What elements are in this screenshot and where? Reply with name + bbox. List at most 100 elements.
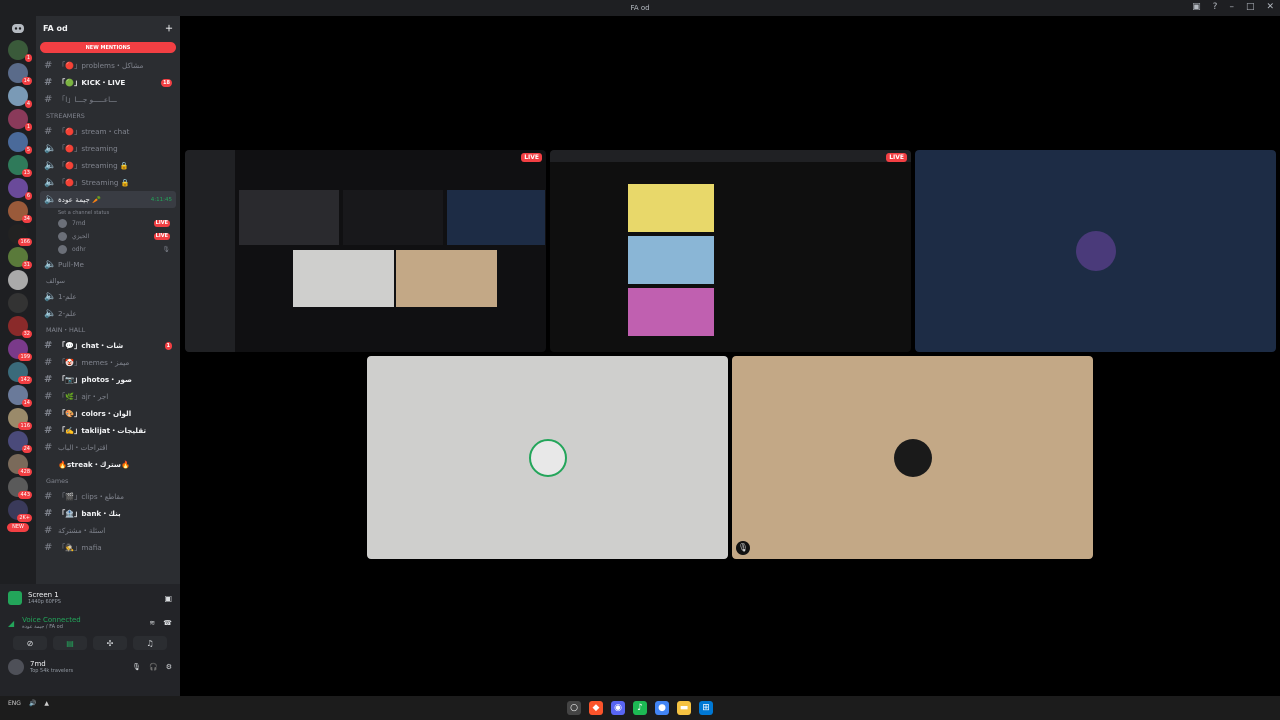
category-streamers[interactable]: STREAMERS [36,108,180,123]
server-icon[interactable]: 443 [8,477,32,499]
channel-colors[interactable]: # 「🎨」colors・الوان [36,405,180,422]
voice-channel-pull-me[interactable]: 🔈 Pull-Me [36,256,180,273]
voice-channel-name[interactable]: جيمة عودة / FA od [22,624,149,630]
channel-status-setter[interactable]: Set a channel status [36,208,180,217]
channel-bank[interactable]: # 「🏦」bank・بنك [36,505,180,522]
channel-mafia[interactable]: # 「🕵」mafia [36,539,180,556]
voice-channel-streaming[interactable]: 🔈 「🔴」streaming [36,140,180,157]
language-indicator[interactable]: ENG [8,700,21,707]
server-icon[interactable]: 2K+ [8,500,32,522]
chrome-icon[interactable]: ● [655,701,669,715]
server-icon[interactable]: 428 [8,454,32,476]
discord-home-icon[interactable] [0,16,36,40]
channel-clips[interactable]: # 「🎬」clips・مقاطع [36,488,180,505]
voice-channel-1[interactable]: 🔈 علم-1 [36,288,180,305]
volume-icon[interactable]: 🔊 [29,700,36,707]
guild-header[interactable]: FA od ＋ [36,16,180,40]
channel-ajr[interactable]: # 「🌿」ajr・اجر [36,388,180,405]
channel-memes[interactable]: # 「🤡」memes・ميمز [36,354,180,371]
channel-problems[interactable]: # 「🔴」problems・مشاكل [36,57,180,74]
stream-tile-2[interactable]: LIVE [550,150,911,352]
category-games[interactable]: Games [36,473,180,488]
minimize-icon[interactable]: – [1229,2,1234,12]
disconnect-icon[interactable]: ☎ [163,619,172,627]
channel-photos[interactable]: # 「📷」photos・صور [36,371,180,388]
voice-channel-active[interactable]: 🔈 جيمة عودة 🥕 4:11:45 [40,191,176,208]
soundboard-button[interactable]: ♫ [133,636,167,650]
channel-sidebar: FA od ＋ NEW MENTIONS # 「🔴」problems・مشاكل … [36,16,180,584]
channel-stream-chat[interactable]: # 「🔴」stream・chat [36,123,180,140]
server-icon[interactable]: 14 [8,63,32,85]
spotify-icon[interactable]: ♪ [633,701,647,715]
new-mentions-bar[interactable]: NEW MENTIONS [40,42,176,53]
server-icon[interactable]: 199 [8,339,32,361]
voice-member[interactable]: الحيزي LIVE [36,230,180,243]
brave-icon[interactable]: ◆ [589,701,603,715]
video-thumbnail [628,184,714,232]
server-icon[interactable]: 6 [8,178,32,200]
stop-stream-icon[interactable]: ▣ [164,594,172,603]
stream-tile-1[interactable]: LIVE [185,150,546,352]
voice-channel-2[interactable]: 🔈 علم-2 [36,305,180,322]
server-icon[interactable]: 14 [8,385,32,407]
screen-share-button[interactable]: ▤ [53,636,87,650]
category-main-hall[interactable]: MAIN・HALL [36,322,180,337]
channel-questions[interactable]: # اسئلة・مشتركة [36,522,180,539]
screen-share-row[interactable]: Screen 1 1440p 60FPS ▣ [0,584,180,612]
folder-icon[interactable]: ▬ [677,701,691,715]
mention-badge: 18 [161,78,172,87]
camera-button[interactable]: ⊘ [13,636,47,650]
server-icon[interactable]: 142 [8,362,32,384]
server-icon[interactable]: 166 [8,224,32,246]
channel-aliab[interactable]: # اقتراحات・الباب [36,439,180,456]
server-icon[interactable]: 32 [8,316,32,338]
search-icon[interactable]: ○ [567,701,581,715]
inbox-icon[interactable]: ▣ [1192,2,1201,12]
activities-button[interactable]: ✣ [93,636,127,650]
microphone-icon[interactable]: 🎙 [132,663,141,671]
stream-preview [396,250,497,307]
windows-icon[interactable]: ⊞ [699,701,713,715]
new-servers-pill[interactable]: NEW [7,523,29,532]
channel-streak[interactable]: 🔥streak・سترك🔥 [36,456,180,473]
channel-label: 「🌿」ajr・اجر [58,391,109,401]
voice-member[interactable]: 7md LIVE [36,217,180,230]
server-icon[interactable]: 13 [8,155,32,177]
os-taskbar: ENG 🔊 ▲ ○ ◆ ◉ ♪ ● ▬ ⊞ [0,696,1280,720]
noise-suppression-icon[interactable]: ≋ [149,619,155,627]
avatar [58,219,67,228]
server-icon[interactable] [8,293,28,313]
voice-channel-streaming-locked-2[interactable]: 🔈 「🔴」Streaming 🔒 [36,174,180,191]
voice-channel-streaming-locked[interactable]: 🔈 「🔴」streaming 🔒 [36,157,180,174]
settings-icon[interactable]: ⚙ [166,663,172,671]
server-icon[interactable]: 116 [8,408,32,430]
category-chat[interactable]: سوالف [36,273,180,288]
server-icon[interactable]: 31 [8,247,32,269]
status-label: Set a channel status [58,209,110,216]
avatar[interactable] [8,659,24,675]
channel-label: 「🔴」streaming 🔒 [58,160,129,170]
channel-arabic[interactable]: # 「ا」ـــاعـــــو جـــا [36,91,180,108]
window-titlebar: FA od ▣ ? – □ ✕ [0,0,1280,16]
help-icon[interactable]: ? [1213,2,1218,12]
server-icon[interactable]: 5 [8,132,32,154]
server-icon[interactable]: 24 [8,431,32,453]
channel-taklijat[interactable]: # 「✍️」taklijat・تقليجات [36,422,180,439]
discord-icon[interactable]: ◉ [611,701,625,715]
maximize-icon[interactable]: □ [1246,2,1255,12]
add-member-icon[interactable]: ＋ [165,23,173,34]
server-icon[interactable]: 4 [8,86,32,108]
server-icon[interactable] [8,270,28,290]
participant-tile-5[interactable]: 🎙 [732,356,1093,559]
channel-kick-live[interactable]: # 「🟢」KICK・LIVE 18 [36,74,180,91]
participant-tile-4[interactable] [367,356,728,559]
server-icon[interactable]: 1 [8,40,32,62]
headphones-icon[interactable]: 🎧 [149,663,158,671]
up-arrow-icon[interactable]: ▲ [44,700,49,707]
server-icon[interactable]: 1 [8,109,32,131]
participant-tile-3[interactable] [915,150,1276,352]
voice-member[interactable]: odhr 🎙 [36,243,180,256]
channel-chat[interactable]: # 「💬」chat・شات 1 [36,337,180,354]
close-icon[interactable]: ✕ [1266,2,1274,12]
server-icon[interactable]: 34 [8,201,32,223]
